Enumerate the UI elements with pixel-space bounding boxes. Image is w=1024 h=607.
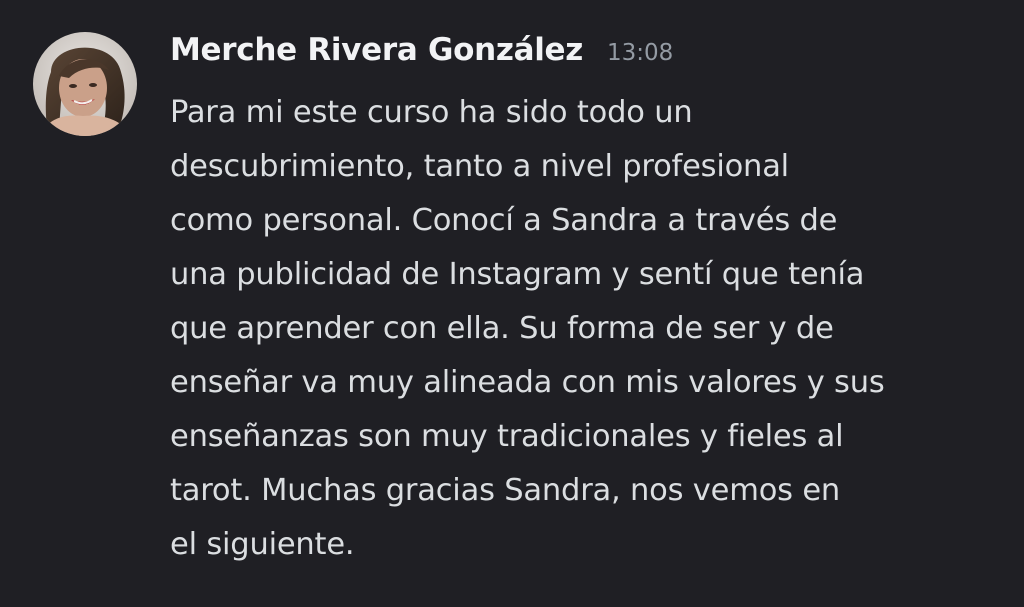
message-line: el siguiente. [170, 527, 355, 562]
avatar-photo-icon [33, 32, 137, 136]
message-line: enseñanzas son muy tradicionales y fiele… [170, 419, 844, 454]
message-content: Merche Rivera González 13:08 Para mi est… [170, 32, 1010, 572]
message-line: tarot. Muchas gracias Sandra, nos vemos … [170, 473, 841, 508]
message-line: descubrimiento, tanto a nivel profesiona… [170, 149, 789, 184]
message-line: que aprender con ella. Su forma de ser y… [170, 311, 834, 346]
message-line: Para mi este curso ha sido todo un [170, 95, 693, 130]
message-line: enseñar va muy alineada con mis valores … [170, 365, 885, 400]
message-line: como personal. Conocí a Sandra a través … [170, 203, 838, 238]
author-name[interactable]: Merche Rivera González [170, 32, 583, 68]
message-body: Para mi este curso ha sido todo un descu… [170, 86, 1010, 572]
user-avatar[interactable] [33, 32, 137, 136]
message-line: una publicidad de Instagram y sentí que … [170, 257, 865, 292]
message-header: Merche Rivera González 13:08 [170, 32, 1010, 92]
message-timestamp[interactable]: 13:08 [607, 40, 673, 66]
chat-message: Merche Rivera González 13:08 Para mi est… [0, 0, 1024, 607]
